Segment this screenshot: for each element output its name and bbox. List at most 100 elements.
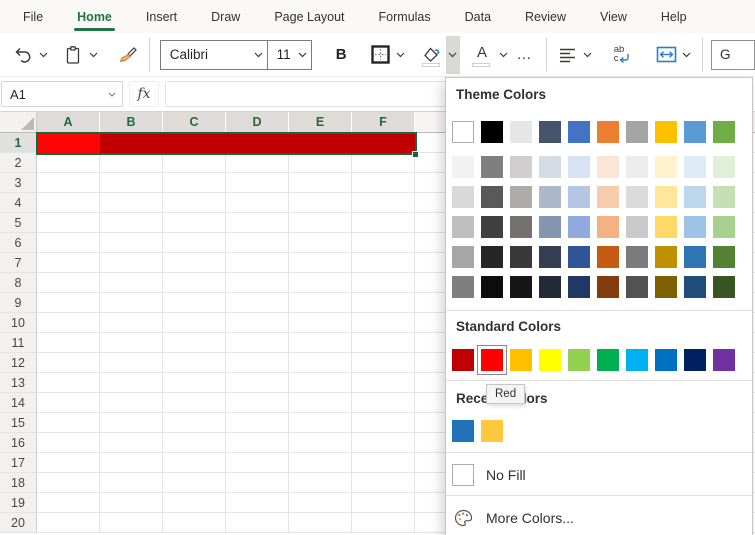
standard-color-swatch-light-blue[interactable] (626, 349, 648, 371)
cell-D10[interactable] (226, 313, 289, 333)
cell-B3[interactable] (100, 173, 163, 193)
menu-item-file[interactable]: File (6, 0, 60, 33)
theme-color-swatch-C5E0B4[interactable] (713, 186, 735, 208)
row-header-4[interactable]: 4 (0, 193, 37, 213)
row-header-5[interactable]: 5 (0, 213, 37, 233)
theme-color-swatch-D0CECE[interactable] (510, 156, 532, 178)
menu-item-data[interactable]: Data (448, 0, 508, 33)
row-header-15[interactable]: 15 (0, 413, 37, 433)
cell-B9[interactable] (100, 293, 163, 313)
cell-A10[interactable] (37, 313, 100, 333)
cell-E5[interactable] (289, 213, 352, 233)
cell-C16[interactable] (163, 433, 226, 453)
row-header-18[interactable]: 18 (0, 473, 37, 493)
theme-color-swatch-2E75B6[interactable] (684, 246, 706, 268)
cell-B10[interactable] (100, 313, 163, 333)
menu-item-formulas[interactable]: Formulas (362, 0, 448, 33)
select-all-corner[interactable] (0, 112, 37, 132)
theme-color-swatch-3A3838[interactable] (510, 246, 532, 268)
theme-color-swatch-F4B183[interactable] (597, 216, 619, 238)
cell-B16[interactable] (100, 433, 163, 453)
cell-D18[interactable] (226, 473, 289, 493)
standard-color-swatch-light-green[interactable] (568, 349, 590, 371)
align-button[interactable] (555, 38, 580, 72)
cell-B19[interactable] (100, 493, 163, 513)
cell-A19[interactable] (37, 493, 100, 513)
cell-D15[interactable] (226, 413, 289, 433)
theme-color-swatch-7F6000[interactable] (655, 276, 677, 298)
font-color-dropdown-chevron[interactable] (496, 38, 510, 72)
wrap-text-button[interactable]: ab c (611, 38, 639, 72)
cell-B2[interactable] (100, 153, 163, 173)
cell-A3[interactable] (37, 173, 100, 193)
row-header-17[interactable]: 17 (0, 453, 37, 473)
cell-C7[interactable] (163, 253, 226, 273)
column-header-D[interactable]: D (226, 112, 289, 132)
theme-color-swatch-E2F0D9[interactable] (713, 156, 735, 178)
no-fill-option[interactable]: No Fill (446, 463, 752, 487)
more-font-options-button[interactable]: … (510, 38, 538, 72)
row-header-20[interactable]: 20 (0, 513, 37, 533)
selection-fill-handle[interactable] (412, 151, 419, 158)
cell-D19[interactable] (226, 493, 289, 513)
theme-color-swatch-70AD47[interactable] (713, 121, 735, 143)
fill-color-button[interactable] (418, 38, 446, 72)
cell-D13[interactable] (226, 373, 289, 393)
cell-E6[interactable] (289, 233, 352, 253)
theme-color-swatch-EDEDED[interactable] (626, 156, 648, 178)
number-format-select[interactable]: G (711, 40, 755, 70)
cell-D17[interactable] (226, 453, 289, 473)
cell-E2[interactable] (289, 153, 352, 173)
theme-color-swatch-BDD7EE[interactable] (684, 186, 706, 208)
cell-A8[interactable] (37, 273, 100, 293)
format-painter-button[interactable] (115, 38, 141, 72)
standard-color-swatch-purple[interactable] (713, 349, 735, 371)
cell-F14[interactable] (352, 393, 415, 413)
cell-C3[interactable] (163, 173, 226, 193)
cell-A1[interactable] (37, 133, 100, 153)
cell-B1[interactable] (100, 133, 163, 153)
theme-color-swatch-1F3864[interactable] (568, 276, 590, 298)
cell-A17[interactable] (37, 453, 100, 473)
cell-F10[interactable] (352, 313, 415, 333)
cell-E7[interactable] (289, 253, 352, 273)
cell-C4[interactable] (163, 193, 226, 213)
theme-color-swatch-C9C9C9[interactable] (626, 216, 648, 238)
cell-E10[interactable] (289, 313, 352, 333)
cell-F1[interactable] (352, 133, 415, 153)
cell-E13[interactable] (289, 373, 352, 393)
borders-button[interactable] (368, 38, 393, 72)
cell-E11[interactable] (289, 333, 352, 353)
theme-color-swatch-A6A6A6[interactable] (452, 246, 474, 268)
menu-item-view[interactable]: View (583, 0, 644, 33)
cell-F6[interactable] (352, 233, 415, 253)
cell-C12[interactable] (163, 353, 226, 373)
cell-A4[interactable] (37, 193, 100, 213)
borders-dropdown-chevron[interactable] (393, 38, 407, 72)
theme-color-swatch-7B7B7B[interactable] (626, 246, 648, 268)
menu-item-help[interactable]: Help (644, 0, 704, 33)
column-header-F[interactable]: F (352, 112, 415, 132)
cell-D12[interactable] (226, 353, 289, 373)
cell-F5[interactable] (352, 213, 415, 233)
cell-F16[interactable] (352, 433, 415, 453)
cell-F7[interactable] (352, 253, 415, 273)
menu-item-draw[interactable]: Draw (194, 0, 257, 33)
cell-D1[interactable] (226, 133, 289, 153)
cell-F3[interactable] (352, 173, 415, 193)
theme-color-swatch-8496B0[interactable] (539, 216, 561, 238)
cell-B12[interactable] (100, 353, 163, 373)
cell-C17[interactable] (163, 453, 226, 473)
paste-button[interactable] (60, 38, 86, 72)
cell-D14[interactable] (226, 393, 289, 413)
cell-F13[interactable] (352, 373, 415, 393)
theme-color-swatch-B4C7E7[interactable] (568, 186, 590, 208)
font-name-select[interactable]: Calibri (160, 40, 268, 70)
row-header-2[interactable]: 2 (0, 153, 37, 173)
cell-F19[interactable] (352, 493, 415, 513)
cell-A11[interactable] (37, 333, 100, 353)
cell-A7[interactable] (37, 253, 100, 273)
theme-color-swatch-D6DCE4[interactable] (539, 156, 561, 178)
theme-color-swatch-5B9BD5[interactable] (684, 121, 706, 143)
cell-D6[interactable] (226, 233, 289, 253)
